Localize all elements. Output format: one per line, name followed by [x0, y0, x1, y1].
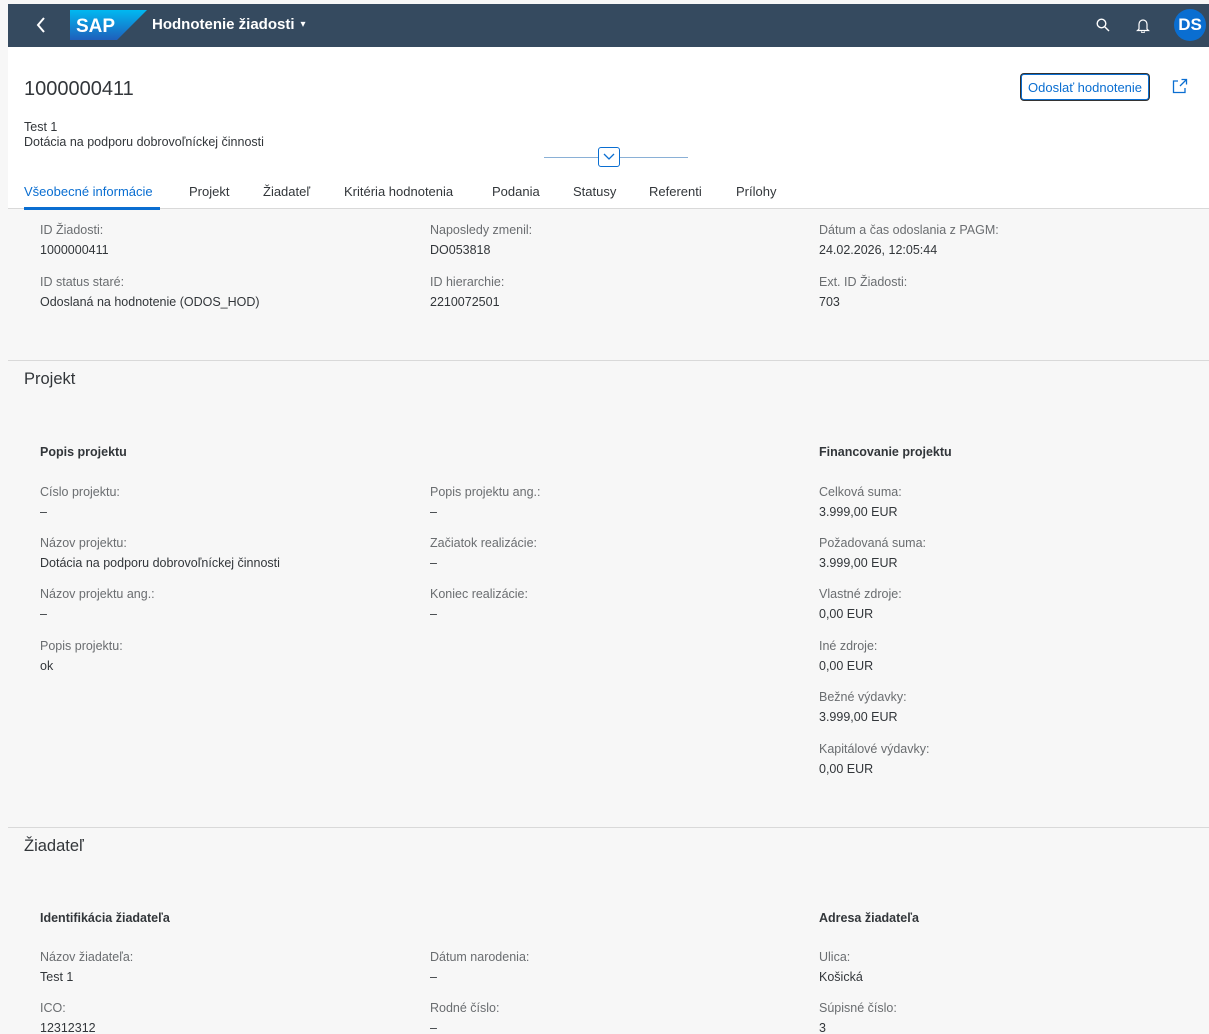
app-title: Hodnotenie žiadosti — [152, 16, 295, 33]
field-label: Názov projektu: — [40, 536, 127, 550]
field-value: – — [430, 505, 437, 519]
field-value: – — [40, 607, 47, 621]
field-value: 3.999,00 EUR — [819, 505, 898, 519]
field-label: ICO: — [40, 1001, 66, 1015]
field-label: ID Žiadosti: — [40, 223, 104, 237]
group-title-project-financing: Financovanie projektu — [819, 445, 952, 459]
field-label: Dátum narodenia: — [430, 950, 530, 964]
tab-statuses[interactable]: Statusy — [573, 184, 616, 199]
field-value: 0,00 EUR — [819, 659, 874, 673]
group-title-applicant-address: Adresa žiadateľa — [819, 911, 919, 925]
notifications-button[interactable] — [1133, 15, 1153, 35]
sap-logo[interactable]: SAP — [70, 10, 147, 40]
field-value: 3.999,00 EUR — [819, 556, 898, 570]
group-title-project-description: Popis projektu — [40, 445, 127, 459]
dropdown-caret-icon: ▾ — [300, 19, 306, 30]
section-divider — [8, 360, 1209, 361]
chevron-down-icon — [603, 153, 615, 160]
svg-text:SAP: SAP — [76, 16, 115, 37]
field-value: – — [40, 505, 47, 519]
search-icon — [1096, 18, 1110, 32]
tab-project[interactable]: Projekt — [189, 184, 229, 199]
field-label: ID status staré: — [40, 275, 125, 289]
field-value: Košická — [819, 970, 863, 984]
section-title-applicant: Žiadateľ — [24, 837, 84, 855]
field-label: Dátum a čas odoslania z PAGM: — [819, 223, 999, 237]
section-title-project: Projekt — [24, 370, 76, 388]
field-value: 0,00 EUR — [819, 607, 874, 621]
bell-icon — [1136, 18, 1150, 33]
field-label: ID hierarchie: — [430, 275, 505, 289]
field-label: Vlastné zdroje: — [819, 587, 902, 601]
group-title-applicant-identification: Identifikácia žiadateľa — [40, 911, 170, 925]
field-label: Požadovaná suma: — [819, 536, 927, 550]
field-value: Test 1 — [40, 970, 74, 984]
expand-header-button[interactable] — [598, 147, 620, 167]
field-label: Ext. ID Žiadosti: — [819, 275, 908, 289]
field-label: Naposledy zmenil: — [430, 223, 533, 237]
header-subtitle-program: Dotácia na podporu dobrovoľníckej činnos… — [24, 135, 264, 149]
field-label: Začiatok realizácie: — [430, 536, 537, 550]
page-title: 1000000411 — [24, 78, 134, 100]
user-avatar[interactable]: DS — [1174, 9, 1206, 41]
field-value: – — [430, 970, 437, 984]
field-label: Rodné číslo: — [430, 1001, 500, 1015]
tab-criteria[interactable]: Kritéria hodnotenia — [344, 184, 453, 199]
back-icon — [36, 17, 45, 33]
field-label: Názov projektu ang.: — [40, 587, 155, 601]
header-subtitle-name: Test 1 — [24, 120, 58, 134]
search-button[interactable] — [1093, 15, 1113, 35]
tab-general-info[interactable]: Všeobecné informácie — [24, 184, 153, 199]
field-value: ok — [40, 659, 54, 673]
section-divider — [8, 827, 1209, 828]
field-value: Dotácia na podporu dobrovoľníckej činnos… — [40, 556, 280, 570]
field-label: Iné zdroje: — [819, 639, 878, 653]
field-label: Bežné výdavky: — [819, 690, 907, 704]
tab-referents[interactable]: Referenti — [649, 184, 702, 199]
field-label: Kapitálové výdavky: — [819, 742, 930, 756]
field-value: DO053818 — [430, 243, 491, 257]
field-value: Odoslaná na hodnotenie (ODOS_HOD) — [40, 295, 260, 309]
field-value: – — [430, 607, 437, 621]
tab-applicant[interactable]: Žiadateľ — [263, 184, 310, 199]
field-value: 1000000411 — [40, 243, 109, 257]
field-value: 3.999,00 EUR — [819, 710, 898, 724]
field-value: 24.02.2026, 12:05:44 — [819, 243, 938, 257]
back-button[interactable] — [34, 14, 48, 36]
field-label: Koniec realizácie: — [430, 587, 528, 601]
field-label: Popis projektu: — [40, 639, 123, 653]
shell-bar: SAP Hodnotenie žiadosti ▾ DS — [8, 4, 1209, 47]
field-label: Ulica: — [819, 950, 851, 964]
field-label: Názov žiadateľa: — [40, 950, 134, 964]
tab-attachments[interactable]: Prílohy — [736, 184, 776, 199]
object-header: 1000000411 Test 1 Dotácia na podporu dob… — [8, 47, 1209, 210]
field-label: Celková suma: — [819, 485, 902, 499]
field-label: Císlo projektu: — [40, 485, 120, 499]
share-icon[interactable] — [1171, 77, 1189, 95]
field-value: – — [430, 556, 437, 570]
field-value: 2210072501 — [430, 295, 500, 309]
send-evaluation-button[interactable]: Odoslať hodnotenie — [1021, 74, 1150, 100]
field-value: 3 — [819, 1021, 826, 1034]
field-value: 12312312 — [40, 1021, 96, 1034]
tab-bar: Všeobecné informácie Projekt Žiadateľ Kr… — [8, 175, 1209, 210]
app-title-menu[interactable]: Hodnotenie žiadosti ▾ — [152, 16, 306, 33]
field-value: 703 — [819, 295, 840, 309]
tab-submissions[interactable]: Podania — [492, 184, 540, 199]
object-page-content: ID Žiadosti: 1000000411 Naposledy zmenil… — [8, 209, 1209, 1034]
field-value: – — [430, 1021, 437, 1034]
field-label: Súpisné číslo: — [819, 1001, 897, 1015]
field-label: Popis projektu ang.: — [430, 485, 541, 499]
field-value: 0,00 EUR — [819, 762, 874, 776]
